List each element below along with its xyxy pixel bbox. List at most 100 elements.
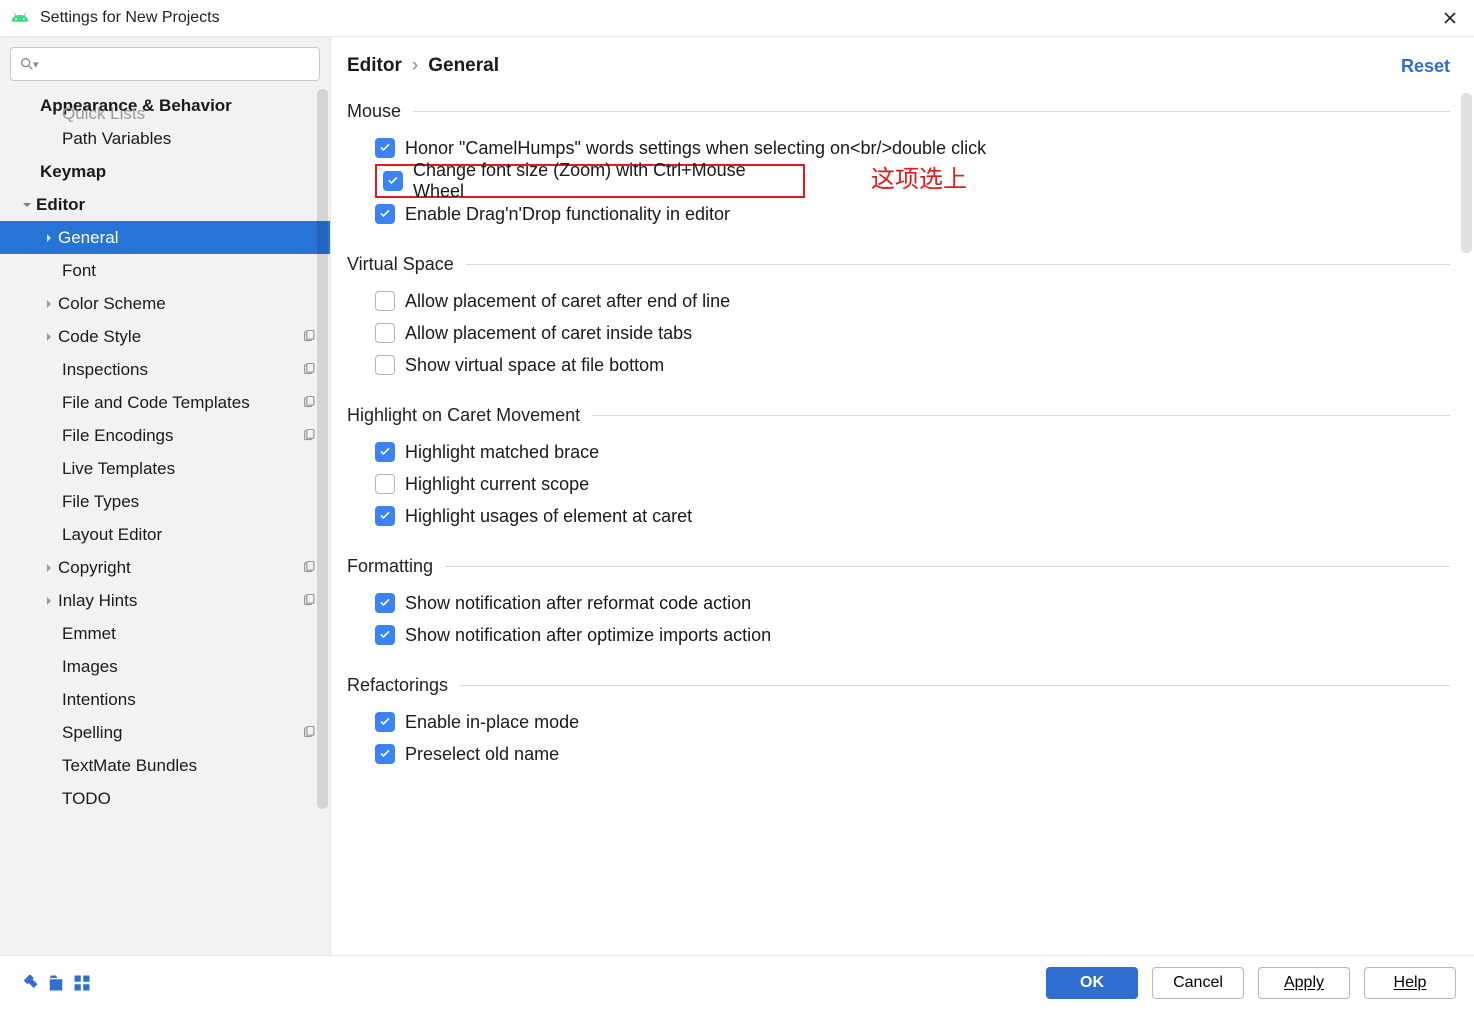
section-highlight-caret: Highlight on Caret Movement [347,405,1450,426]
sidebar-item-path-variables[interactable]: Path Variables [0,122,330,155]
sidebar-item-label: Live Templates [62,459,318,479]
sidebar-item-editor[interactable]: Editor [0,188,330,221]
settings-content: MouseHonor "CamelHumps" words settings w… [331,89,1474,955]
checkbox[interactable] [375,625,395,645]
sidebar-item-images[interactable]: Images [0,650,330,683]
checkbox[interactable] [375,323,395,343]
checkbox[interactable] [375,355,395,375]
sidebar-item-label: General [58,228,318,248]
section-mouse: Mouse [347,101,1450,122]
section-virtual-space: Virtual Space [347,254,1450,275]
option-label: Highlight matched brace [405,442,599,463]
ok-button[interactable]: OK [1046,967,1138,999]
content-scrollbar[interactable] [1461,93,1472,253]
scope-icon [300,427,318,445]
option-mouse-1[interactable]: Change font size (Zoom) with Ctrl+Mouse … [375,164,805,198]
sidebar-item-copyright[interactable]: Copyright [0,551,330,584]
search-input[interactable]: ▾ [10,47,320,81]
titlebar: Settings for New Projects [0,0,1474,37]
sidebar-item-file-and-code-templates[interactable]: File and Code Templates [0,386,330,419]
cancel-button[interactable]: Cancel [1152,967,1244,999]
expand-icon[interactable] [40,233,58,243]
scope-icon [300,361,318,379]
tool-icon-1[interactable] [20,973,40,993]
option-virtual-space-0[interactable]: Allow placement of caret after end of li… [375,285,1450,317]
checkbox[interactable] [375,593,395,613]
expand-icon[interactable] [40,299,58,309]
reset-link[interactable]: Reset [1401,56,1450,77]
option-label: Change font size (Zoom) with Ctrl+Mouse … [413,160,797,202]
sidebar-item-emmet[interactable]: Emmet [0,617,330,650]
checkbox[interactable] [375,138,395,158]
option-label: Allow placement of caret inside tabs [405,323,692,344]
expand-icon[interactable] [40,563,58,573]
checkbox[interactable] [383,171,403,191]
section-title-label: Refactorings [347,675,448,696]
sidebar-item-general[interactable]: General [0,221,330,254]
sidebar-item-label: File Types [62,492,318,512]
sidebar-item-spelling[interactable]: Spelling [0,716,330,749]
checkbox[interactable] [375,204,395,224]
sidebar-item-label: TODO [62,789,318,809]
sidebar-item-inspections[interactable]: Inspections [0,353,330,386]
option-refactorings-1[interactable]: Preselect old name [375,738,1450,770]
expand-icon[interactable] [40,596,58,606]
sidebar-item-layout-editor[interactable]: Layout Editor [0,518,330,551]
sidebar-item-label: Spelling [62,723,300,743]
option-formatting-0[interactable]: Show notification after reformat code ac… [375,587,1450,619]
sidebar-item-file-types[interactable]: File Types [0,485,330,518]
section-title-label: Virtual Space [347,254,454,275]
expand-icon[interactable] [18,200,36,210]
breadcrumb-parent[interactable]: Editor [347,55,402,77]
sidebar-item-keymap[interactable]: Keymap [0,155,330,188]
sidebar-item-label: Code Style [58,327,300,347]
search-field[interactable] [43,55,311,74]
tool-icon-3[interactable] [72,973,92,993]
option-mouse-2[interactable]: Enable Drag'n'Drop functionality in edit… [375,198,1450,230]
help-button[interactable]: Help [1364,967,1456,999]
option-refactorings-0[interactable]: Enable in-place mode [375,706,1450,738]
option-formatting-1[interactable]: Show notification after optimize imports… [375,619,1450,651]
sidebar-scrollbar[interactable] [317,89,328,809]
scope-icon [300,724,318,742]
settings-tree[interactable]: Appearance & BehaviorQuick ListsPath Var… [0,89,330,815]
option-highlight-caret-0[interactable]: Highlight matched brace [375,436,1450,468]
sidebar-item-file-encodings[interactable]: File Encodings [0,419,330,452]
tool-icon-2[interactable] [46,973,66,993]
sidebar-item-label: Editor [36,195,318,215]
close-icon[interactable] [1436,4,1464,32]
checkbox[interactable] [375,506,395,526]
sidebar-item-todo[interactable]: TODO [0,782,330,815]
checkbox[interactable] [375,474,395,494]
sidebar-item-intentions[interactable]: Intentions [0,683,330,716]
search-dropdown-icon[interactable]: ▾ [33,58,39,71]
option-highlight-caret-2[interactable]: Highlight usages of element at caret [375,500,1450,532]
sidebar-item-label: Emmet [62,624,318,644]
checkbox[interactable] [375,712,395,732]
option-highlight-caret-1[interactable]: Highlight current scope [375,468,1450,500]
scope-icon [300,394,318,412]
sidebar-item-label: Layout Editor [62,525,318,545]
checkbox[interactable] [375,291,395,311]
apply-button[interactable]: Apply [1258,967,1350,999]
option-virtual-space-2[interactable]: Show virtual space at file bottom [375,349,1450,381]
sidebar-item-font[interactable]: Font [0,254,330,287]
scope-icon [300,592,318,610]
checkbox[interactable] [375,442,395,462]
sidebar-item-live-templates[interactable]: Live Templates [0,452,330,485]
sidebar-item-label: TextMate Bundles [62,756,318,776]
option-label: Show notification after reformat code ac… [405,593,751,614]
sidebar-item-textmate-bundles[interactable]: TextMate Bundles [0,749,330,782]
expand-icon[interactable] [40,332,58,342]
main-panel: Editor › General Reset MouseHonor "Camel… [331,37,1474,955]
sidebar-item-appearance-behavior[interactable]: Appearance & Behavior [0,89,330,122]
option-virtual-space-1[interactable]: Allow placement of caret inside tabs [375,317,1450,349]
sidebar: ▾ Appearance & BehaviorQuick ListsPath V… [0,37,331,955]
sidebar-item-code-style[interactable]: Code Style [0,320,330,353]
sidebar-item-label: Color Scheme [58,294,318,314]
sidebar-item-cutoff[interactable]: Quick Lists [62,104,145,124]
checkbox[interactable] [375,744,395,764]
annotation-text: 这项选上 [871,159,967,194]
sidebar-item-inlay-hints[interactable]: Inlay Hints [0,584,330,617]
sidebar-item-color-scheme[interactable]: Color Scheme [0,287,330,320]
